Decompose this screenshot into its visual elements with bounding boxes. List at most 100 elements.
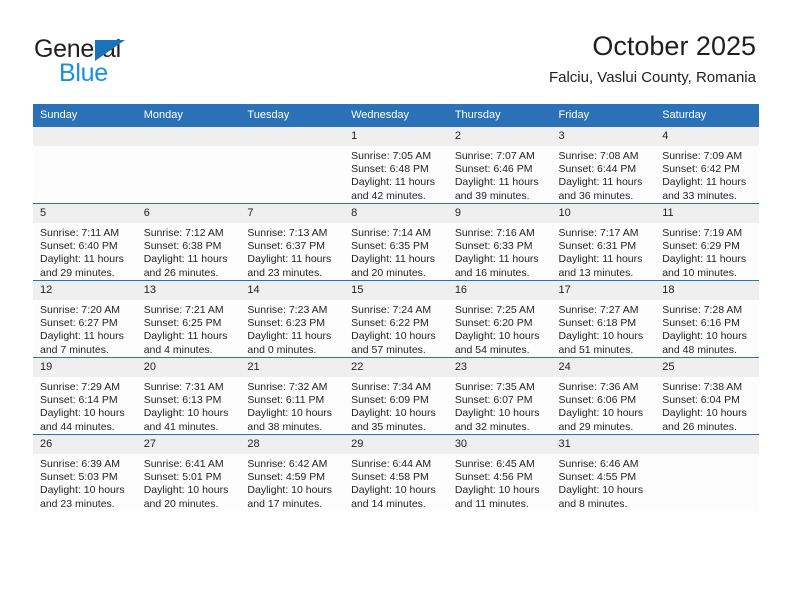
calendar-day-cell[interactable]: 22 Sunrise: 7:34 AM Sunset: 6:09 PM Dayligh… (344, 357, 448, 435)
calendar-day-cell[interactable]: 6 Sunrise: 7:12 AM Sunset: 6:38 PM Daylight… (136, 203, 241, 281)
daylight-text-line1: Daylight: 11 hours (558, 176, 643, 189)
daylight-text-line2: and 35 minutes. (351, 420, 426, 433)
calendar-day-cell[interactable]: 10 Sunrise: 7:17 AM Sunset: 6:31 PM Dayligh… (551, 203, 656, 281)
day-details: Sunrise: 6:45 AM Sunset: 4:56 PM Daylight:… (448, 454, 552, 511)
day-number (240, 127, 345, 146)
sunset-text: Sunset: 6:22 PM (351, 317, 429, 330)
weekday-header-thursday: Thursday (447, 104, 552, 127)
daylight-text-line2: and 33 minutes. (662, 189, 737, 202)
daylight-text-line1: Daylight: 10 hours (351, 484, 436, 497)
calendar-day-cell[interactable]: 2 Sunrise: 7:07 AM Sunset: 6:46 PM Daylight… (447, 127, 552, 204)
calendar-day-cell[interactable]: 24 Sunrise: 7:36 AM Sunset: 6:06 PM Dayligh… (551, 357, 656, 435)
sunrise-text: Sunrise: 7:29 AM (40, 381, 120, 393)
daylight-text-line2: and 51 minutes. (558, 343, 634, 356)
calendar-week-row: 26 Sunrise: 6:39 AM Sunset: 5:03 PM Dayligh… (33, 434, 759, 511)
daylight-text-line1: Daylight: 10 hours (662, 330, 747, 343)
calendar-day-cell[interactable]: 26 Sunrise: 6:39 AM Sunset: 5:03 PM Dayligh… (33, 434, 137, 511)
day-details: Sunrise: 7:13 AM Sunset: 6:37 PM Daylight:… (240, 223, 344, 280)
sunrise-text: Sunrise: 7:08 AM (558, 150, 639, 162)
daylight-text-line2: and 7 minutes. (40, 343, 109, 356)
sunrise-text: Sunrise: 7:13 AM (247, 227, 328, 239)
calendar-week-row: 1 Sunrise: 7:05 AM Sunset: 6:48 PM Daylight… (33, 127, 759, 204)
calendar-day-cell[interactable]: 31 Sunrise: 6:46 AM Sunset: 4:55 PM Dayligh… (551, 434, 656, 511)
daylight-text-line2: and 29 minutes. (40, 266, 115, 279)
sunrise-text: Sunrise: 7:09 AM (662, 150, 743, 162)
day-details: Sunrise: 7:35 AM Sunset: 6:07 PM Daylight:… (448, 377, 552, 434)
calendar-day-cell[interactable]: 30 Sunrise: 6:45 AM Sunset: 4:56 PM Dayligh… (447, 434, 552, 511)
daylight-text-line1: Daylight: 10 hours (662, 407, 747, 420)
calendar-day-cell[interactable]: 5 Sunrise: 7:11 AM Sunset: 6:40 PM Daylight… (33, 203, 137, 281)
calendar-day-cell[interactable]: 15 Sunrise: 7:24 AM Sunset: 6:22 PM Dayligh… (344, 280, 448, 358)
sunset-text: Sunset: 6:07 PM (454, 394, 533, 407)
calendar-day-cell[interactable]: 1 Sunrise: 7:05 AM Sunset: 6:48 PM Daylight… (344, 127, 448, 204)
calendar-day-cell[interactable]: 8 Sunrise: 7:14 AM Sunset: 6:35 PM Daylight… (344, 203, 448, 281)
day-number: 15 (344, 281, 448, 300)
calendar-day-cell[interactable]: 7 Sunrise: 7:13 AM Sunset: 6:37 PM Daylight… (240, 203, 345, 281)
calendar-day-cell[interactable]: 9 Sunrise: 7:16 AM Sunset: 6:33 PM Daylight… (447, 203, 552, 281)
day-number: 5 (33, 204, 137, 223)
calendar-day-cell-empty (655, 434, 759, 511)
daylight-text-line1: Daylight: 10 hours (454, 330, 540, 343)
daylight-text-line2: and 32 minutes. (454, 420, 530, 433)
day-details: Sunrise: 7:38 AM Sunset: 6:04 PM Daylight:… (655, 377, 759, 434)
daylight-text-line1: Daylight: 11 hours (662, 176, 747, 189)
page-title: October 2025 (592, 31, 756, 61)
daylight-text-line2: and 8 minutes. (558, 497, 628, 510)
calendar-day-cell[interactable]: 3 Sunrise: 7:08 AM Sunset: 6:44 PM Daylight… (551, 127, 656, 204)
day-number: 25 (655, 358, 759, 377)
calendar-header-row: Sunday Monday Tuesday Wednesday Thursday… (33, 104, 759, 127)
daylight-text-line1: Daylight: 11 hours (247, 253, 332, 266)
day-number: 20 (136, 358, 241, 377)
sunrise-text: Sunrise: 7:14 AM (351, 227, 432, 239)
calendar-day-cell[interactable]: 17 Sunrise: 7:27 AM Sunset: 6:18 PM Dayligh… (551, 280, 656, 358)
sunset-text: Sunset: 4:58 PM (351, 471, 429, 484)
sunset-text: Sunset: 6:44 PM (558, 163, 637, 176)
generalblue-logo: General Blue (34, 36, 234, 92)
sunrise-text: Sunrise: 7:16 AM (454, 227, 535, 239)
sunrise-text: Sunrise: 6:46 AM (558, 458, 639, 470)
day-details: Sunrise: 7:25 AM Sunset: 6:20 PM Daylight:… (448, 300, 552, 357)
day-number: 10 (551, 204, 656, 223)
calendar-day-cell[interactable]: 16 Sunrise: 7:25 AM Sunset: 6:20 PM Dayligh… (447, 280, 552, 358)
calendar-day-cell[interactable]: 19 Sunrise: 7:29 AM Sunset: 6:14 PM Dayligh… (33, 357, 137, 435)
calendar-day-cell[interactable]: 29 Sunrise: 6:44 AM Sunset: 4:58 PM Dayligh… (344, 434, 448, 511)
sunset-text: Sunset: 6:20 PM (454, 317, 533, 330)
calendar-day-cell[interactable]: 12 Sunrise: 7:20 AM Sunset: 6:27 PM Dayligh… (33, 280, 137, 358)
calendar-day-cell[interactable]: 20 Sunrise: 7:31 AM Sunset: 6:13 PM Dayligh… (136, 357, 241, 435)
calendar-day-cell[interactable]: 28 Sunrise: 6:42 AM Sunset: 4:59 PM Dayligh… (240, 434, 345, 511)
day-number: 26 (33, 435, 137, 454)
calendar-day-cell[interactable]: 25 Sunrise: 7:38 AM Sunset: 6:04 PM Dayligh… (655, 357, 759, 435)
calendar-day-cell[interactable]: 21 Sunrise: 7:32 AM Sunset: 6:11 PM Dayligh… (240, 357, 345, 435)
day-details: Sunrise: 6:46 AM Sunset: 4:55 PM Daylight:… (552, 454, 656, 511)
calendar-day-cell[interactable]: 27 Sunrise: 6:41 AM Sunset: 5:01 PM Dayligh… (136, 434, 241, 511)
sunset-text: Sunset: 6:29 PM (662, 240, 740, 253)
sunrise-text: Sunrise: 7:11 AM (40, 227, 120, 239)
daylight-text-line2: and 13 minutes. (558, 266, 634, 279)
calendar-day-cell[interactable]: 11 Sunrise: 7:19 AM Sunset: 6:29 PM Dayligh… (655, 203, 759, 281)
day-details: Sunrise: 7:19 AM Sunset: 6:29 PM Daylight:… (655, 223, 759, 280)
calendar-day-cell[interactable]: 4 Sunrise: 7:09 AM Sunset: 6:42 PM Daylight… (655, 127, 759, 204)
daylight-text-line2: and 48 minutes. (662, 343, 737, 356)
calendar-day-cell[interactable]: 13 Sunrise: 7:21 AM Sunset: 6:25 PM Dayligh… (136, 280, 241, 358)
day-details: Sunrise: 7:11 AM Sunset: 6:40 PM Daylight:… (33, 223, 137, 280)
daylight-text-line1: Daylight: 10 hours (558, 407, 644, 420)
day-details: Sunrise: 7:24 AM Sunset: 6:22 PM Daylight:… (344, 300, 448, 357)
day-details: Sunrise: 7:34 AM Sunset: 6:09 PM Daylight:… (344, 377, 448, 434)
day-number: 4 (655, 127, 759, 146)
sunrise-text: Sunrise: 7:32 AM (247, 381, 328, 393)
sunrise-text: Sunrise: 7:31 AM (143, 381, 224, 393)
day-number (655, 435, 759, 454)
daylight-text-line2: and 23 minutes. (40, 497, 115, 510)
daylight-text-line1: Daylight: 10 hours (40, 407, 125, 420)
calendar-day-cell[interactable]: 18 Sunrise: 7:28 AM Sunset: 6:16 PM Dayligh… (655, 280, 759, 358)
day-details: Sunrise: 7:36 AM Sunset: 6:06 PM Daylight:… (552, 377, 656, 434)
day-number: 2 (447, 127, 552, 146)
daylight-text-line2: and 23 minutes. (247, 266, 323, 279)
calendar-day-cell[interactable]: 14 Sunrise: 7:23 AM Sunset: 6:23 PM Dayligh… (240, 280, 345, 358)
calendar-day-cell[interactable]: 23 Sunrise: 7:35 AM Sunset: 6:07 PM Dayligh… (447, 357, 552, 435)
daylight-text-line1: Daylight: 10 hours (558, 330, 644, 343)
sunset-text: Sunset: 6:31 PM (558, 240, 637, 253)
weekday-header-saturday: Saturday (655, 104, 759, 127)
page-header: General Blue October 2025 Falciu, Vaslui… (0, 0, 792, 100)
daylight-text-line2: and 26 minutes. (143, 266, 219, 279)
